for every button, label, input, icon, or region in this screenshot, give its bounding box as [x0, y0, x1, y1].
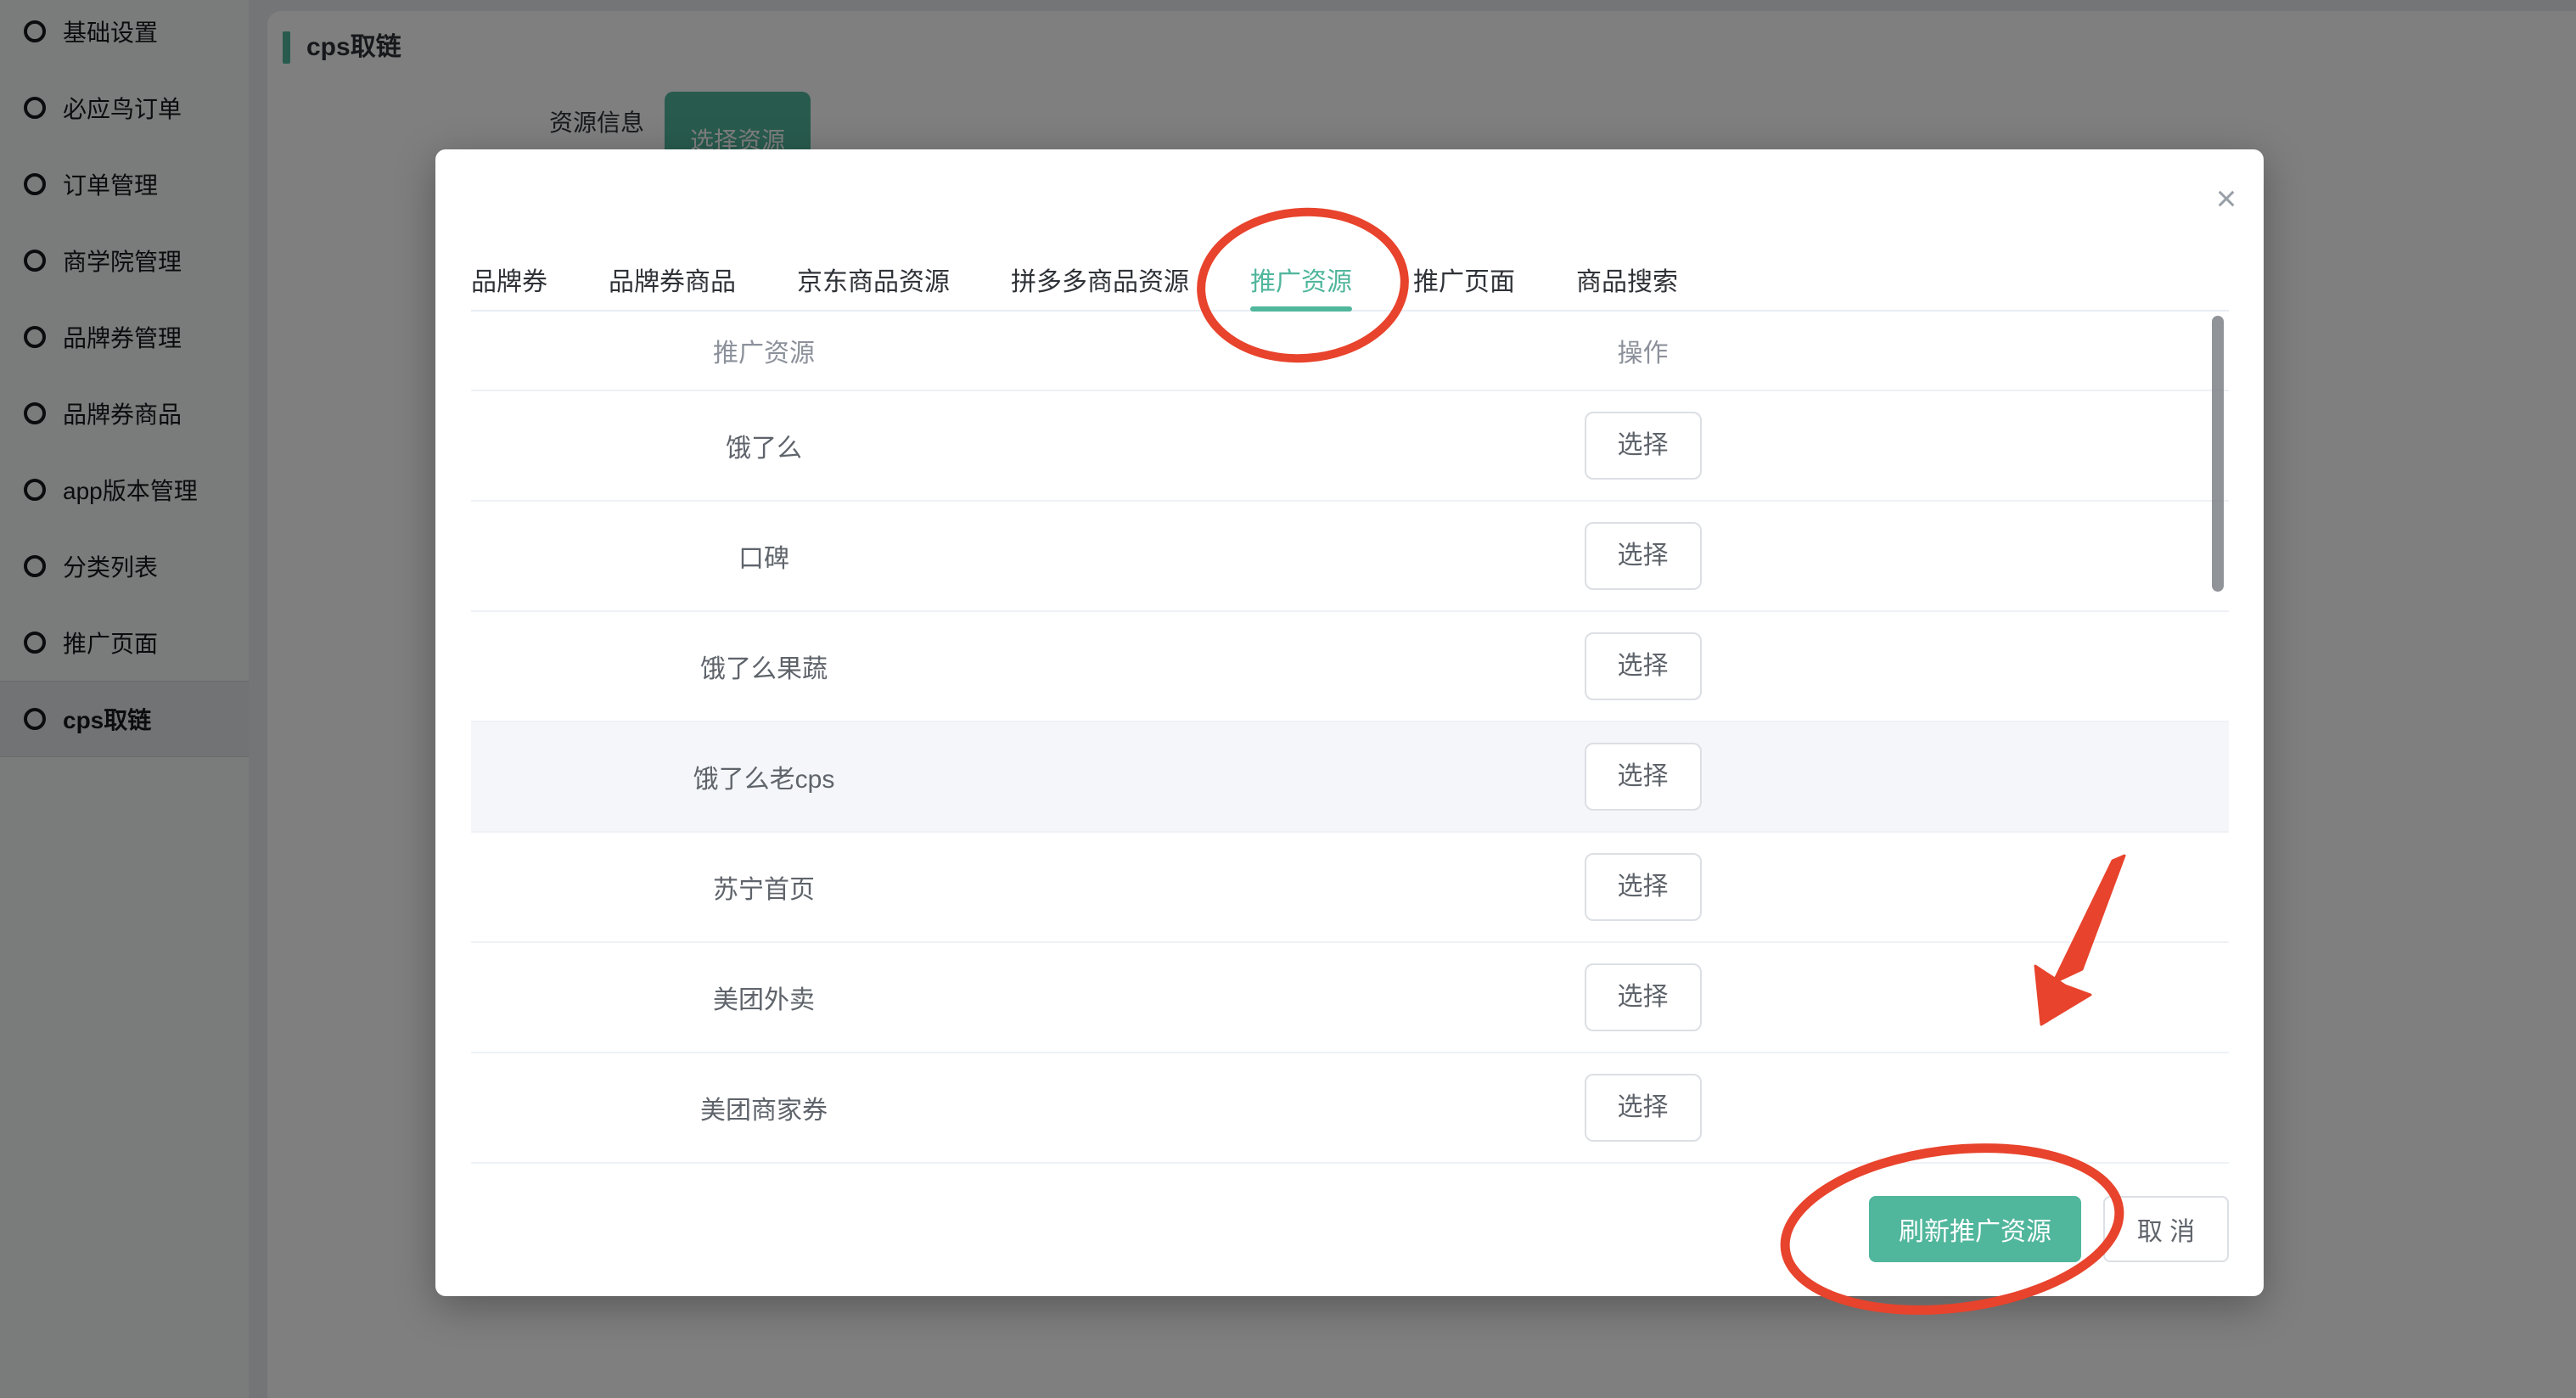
dialog-footer: 刷新推广资源 取 消 [471, 1196, 2229, 1262]
table-row: 苏宁首页 选择 [471, 833, 2229, 943]
select-button[interactable]: 选择 [1585, 853, 1702, 921]
column-header-action: 操作 [1057, 332, 2229, 369]
dialog-tab-brand-coupon[interactable]: 品牌券 [471, 264, 547, 301]
table-row: 美团商家券 选择 [471, 1053, 2229, 1164]
dialog-tab-brand-coupon-goods[interactable]: 品牌券商品 [609, 264, 736, 301]
table-row: 饿了么 选择 [471, 391, 2229, 502]
select-button[interactable]: 选择 [1585, 963, 1702, 1031]
app-root: 基础设置 必应鸟订单 订单管理 商学院管理 品牌券管理 品牌券商品 [0, 0, 2576, 1398]
table-row: 饿了么果蔬 选择 [471, 612, 2229, 722]
table-row: 美团外卖 选择 [471, 943, 2229, 1053]
table-scrollbar-thumb[interactable] [2212, 316, 2224, 592]
cancel-button[interactable]: 取 消 [2103, 1196, 2229, 1262]
dialog-tab-goods-search[interactable]: 商品搜索 [1576, 264, 1678, 301]
dialog-tab-bar: 品牌券 品牌券商品 京东商品资源 拼多多商品资源 推广资源 推广页面 商品搜索 [471, 264, 2229, 312]
column-header-resource: 推广资源 [471, 332, 1057, 369]
resource-table: 推广资源 操作 饿了么 选择 口碑 选择 饿了么果蔬 选择 饿了么老cps 选择… [471, 312, 2229, 1164]
table-row: 口碑 选择 [471, 502, 2229, 612]
dialog-tab-jd-goods[interactable]: 京东商品资源 [797, 264, 950, 301]
resource-name: 美团外卖 [471, 979, 1057, 1016]
resource-name: 饿了么果蔬 [471, 648, 1057, 685]
refresh-promo-resource-button[interactable]: 刷新推广资源 [1869, 1196, 2081, 1262]
select-button[interactable]: 选择 [1585, 1074, 1702, 1142]
select-button[interactable]: 选择 [1585, 632, 1702, 700]
resource-name: 美团商家券 [471, 1089, 1057, 1126]
resource-name: 饿了么老cps [471, 758, 1057, 795]
resource-name: 饿了么 [471, 427, 1057, 464]
select-button[interactable]: 选择 [1585, 743, 1702, 811]
dialog-tab-pdd-goods[interactable]: 拼多多商品资源 [1011, 264, 1189, 301]
resource-name: 口碑 [471, 537, 1057, 575]
select-resource-dialog: × 品牌券 品牌券商品 京东商品资源 拼多多商品资源 推广资源 推广页面 商品搜… [435, 149, 2264, 1296]
select-button[interactable]: 选择 [1585, 522, 1702, 590]
close-icon[interactable]: × [2201, 173, 2252, 224]
table-row-hovered: 饿了么老cps 选择 [471, 722, 2229, 833]
resource-name: 苏宁首页 [471, 868, 1057, 906]
select-button[interactable]: 选择 [1585, 412, 1702, 480]
table-header-row: 推广资源 操作 [471, 312, 2229, 391]
dialog-tab-promo-resource[interactable]: 推广资源 [1250, 264, 1352, 301]
dialog-tab-promo-page[interactable]: 推广页面 [1413, 264, 1515, 301]
